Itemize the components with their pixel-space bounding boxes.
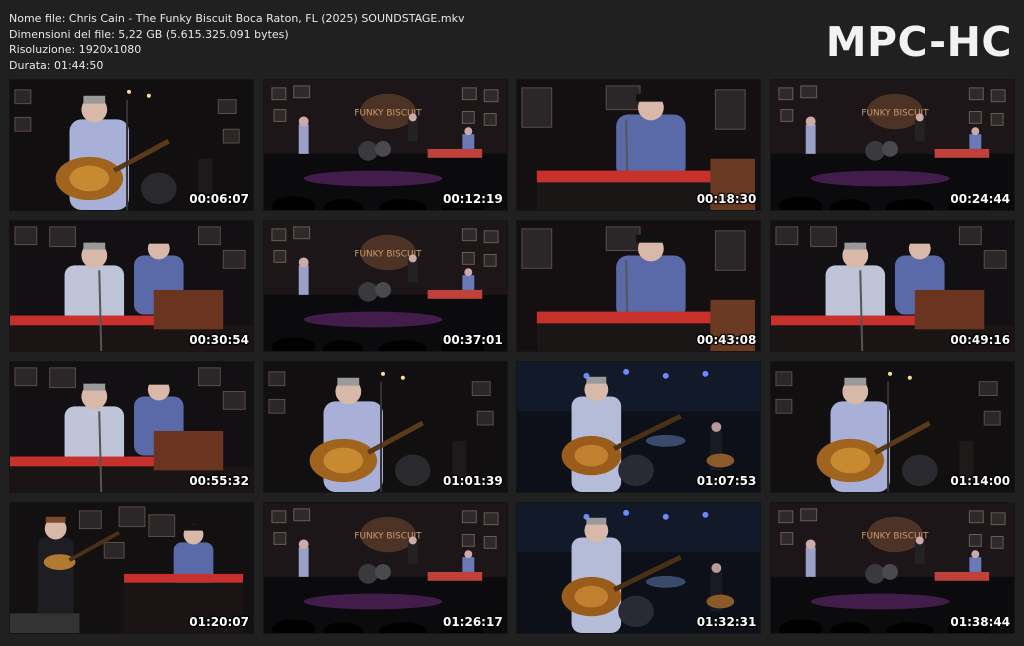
thumbnail-timestamp: 00:55:32	[189, 474, 249, 488]
thumbnail-timestamp: 01:01:39	[442, 474, 503, 488]
thumbnail-timestamp: 00:24:44	[950, 192, 1011, 206]
thumbnail: 00:06:07	[9, 79, 254, 211]
thumbnail: 00:55:32	[9, 361, 254, 493]
video-frame: FUNKY BISCUIT	[771, 80, 1015, 210]
video-frame	[771, 362, 1015, 492]
file-info: Nome file: Chris Cain - The Funky Biscui…	[9, 11, 464, 73]
video-frame	[517, 80, 761, 210]
thumbnail: FUNKY BISCUIT 00:12:19	[262, 79, 508, 211]
video-frame: FUNKY BISCUIT	[263, 221, 507, 351]
video-frame	[10, 221, 253, 351]
thumbnail-timestamp: 01:20:07	[189, 615, 249, 629]
thumbnail-timestamp: 00:18:30	[696, 192, 757, 206]
video-frame	[771, 221, 1015, 351]
thumbnail-timestamp: 00:43:08	[696, 333, 757, 347]
thumbnail: 01:07:53	[516, 361, 762, 493]
video-frame	[517, 362, 761, 492]
thumbnail-timestamp: 01:32:31	[696, 615, 757, 629]
thumbnail-timestamp: 00:12:19	[442, 192, 503, 206]
thumbnail-timestamp: 01:14:00	[950, 474, 1011, 488]
video-frame	[10, 362, 253, 492]
thumbnail: 01:14:00	[770, 361, 1016, 493]
thumbnail-timestamp: 00:06:07	[189, 192, 249, 206]
mpc-hc-logo: MPC-HC	[825, 18, 1012, 66]
thumbnail-timestamp: 00:49:16	[950, 333, 1011, 347]
thumbnail: 00:18:30	[516, 79, 762, 211]
thumbnail-timestamp: 01:26:17	[442, 615, 503, 629]
video-frame: FUNKY BISCUIT	[263, 80, 507, 210]
file-size: Dimensioni del file: 5,22 GB (5.615.325.…	[9, 27, 289, 41]
resolution: Risoluzione: 1920x1080	[9, 43, 142, 56]
thumbnail: FUNKY BISCUIT 00:24:44	[770, 79, 1016, 211]
thumbnail: 01:01:39	[262, 361, 508, 493]
thumbnail: 01:32:31	[516, 502, 762, 634]
video-frame	[517, 221, 761, 351]
thumbnail: 00:43:08	[516, 220, 762, 352]
file-name: Nome file: Chris Cain - The Funky Biscui…	[9, 12, 465, 25]
thumbnail: 01:20:07	[9, 502, 254, 634]
thumbnail: 00:30:54	[9, 220, 254, 352]
thumbnail: FUNKY BISCUIT 00:37:01	[262, 220, 508, 352]
thumbnail-timestamp: 00:37:01	[442, 333, 503, 347]
video-frame	[10, 80, 253, 210]
thumbnail-timestamp: 00:30:54	[189, 333, 249, 347]
thumbnail-timestamp: 01:07:53	[696, 474, 757, 488]
thumbnail: FUNKY BISCUIT 01:38:44	[770, 502, 1016, 634]
video-frame	[517, 503, 761, 633]
video-frame	[263, 362, 507, 492]
thumbnail-timestamp: 01:38:44	[950, 615, 1011, 629]
duration: Durata: 01:44:50	[9, 58, 104, 72]
thumbnail: FUNKY BISCUIT 01:26:17	[262, 502, 508, 634]
video-frame: FUNKY BISCUIT	[263, 503, 507, 633]
thumbnail: 00:49:16	[770, 220, 1016, 352]
thumbnail-grid: 00:06:07 FUNKY BISCUIT 00:12:19 00:18:30…	[9, 79, 1016, 634]
video-frame	[10, 503, 253, 633]
video-frame: FUNKY BISCUIT	[771, 503, 1015, 633]
